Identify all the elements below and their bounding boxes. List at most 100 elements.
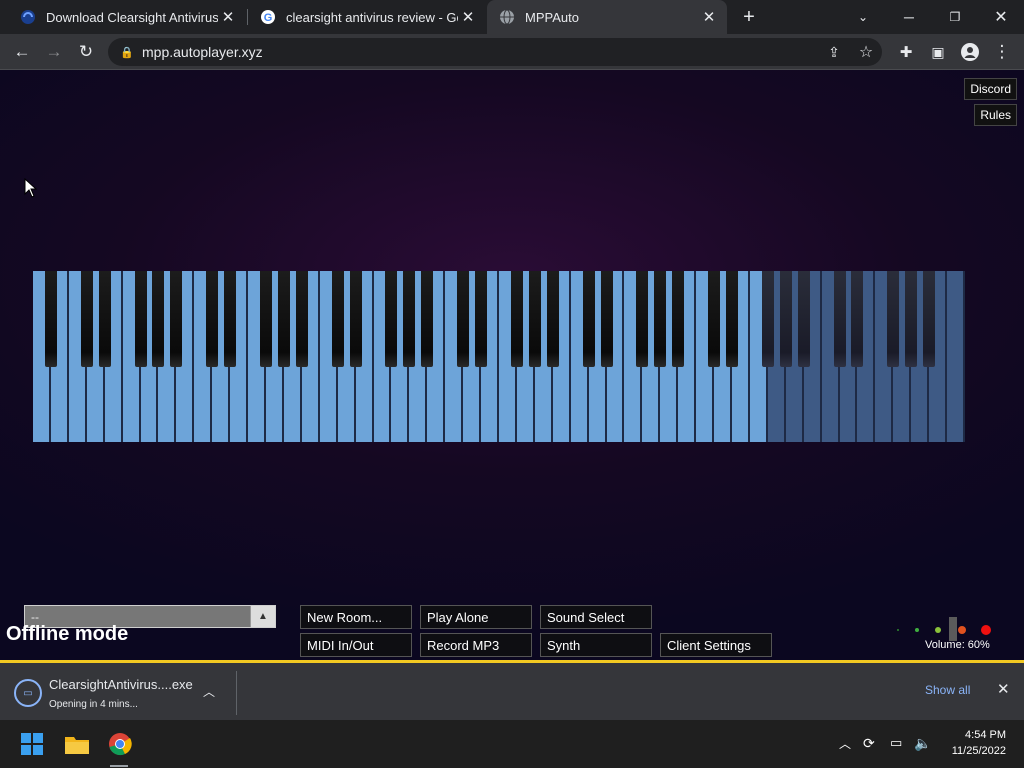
volume-control[interactable]: Volume: 60%: [890, 615, 1000, 655]
piano-black-key[interactable]: [295, 271, 308, 367]
piano-black-key[interactable]: [421, 271, 434, 367]
piano-black-key[interactable]: [905, 271, 918, 367]
piano-black-key[interactable]: [331, 271, 344, 367]
windows-taskbar: ︿ ⟳ ▭ 🔈 4:54 PM 11/25/2022: [0, 720, 1024, 768]
piano-black-key[interactable]: [510, 271, 523, 367]
close-tab-icon[interactable]: ✕: [699, 7, 719, 27]
piano-black-key[interactable]: [923, 271, 936, 367]
file-explorer-icon[interactable]: [61, 728, 93, 760]
piano-black-key[interactable]: [349, 271, 362, 367]
piano-black-key[interactable]: [44, 271, 57, 367]
browser-toolbar: ← → ↻ 🔒 mpp.autoplayer.xyz ⇪ ☆ ✚ ▣ ⋮: [0, 34, 1024, 70]
piano-black-key[interactable]: [672, 271, 685, 367]
chevron-up-tray-icon[interactable]: ︿: [839, 735, 851, 752]
address-bar[interactable]: 🔒 mpp.autoplayer.xyz: [108, 38, 882, 66]
midi-in-out-button[interactable]: MIDI In/Out: [300, 633, 412, 657]
active-app-indicator: [110, 765, 128, 767]
tab-title: MPPAuto: [525, 9, 579, 25]
piano-black-key[interactable]: [708, 271, 721, 367]
piano-black-key[interactable]: [475, 271, 488, 367]
speaker-icon[interactable]: 🔈: [914, 735, 931, 752]
new-tab-icon[interactable]: +: [726, 0, 772, 34]
tab-strip: Download Clearsight Antivirus 5... ✕ G c…: [0, 0, 1024, 34]
piano-black-key[interactable]: [726, 271, 738, 367]
tab-clearsight-download[interactable]: Download Clearsight Antivirus 5... ✕: [8, 0, 246, 34]
piano-black-key[interactable]: [851, 271, 864, 367]
rules-button[interactable]: Rules: [974, 104, 1017, 126]
share-icon[interactable]: ⇪: [820, 38, 848, 66]
discord-button[interactable]: Discord: [964, 78, 1017, 100]
svg-text:G: G: [264, 12, 273, 24]
close-tab-icon[interactable]: ✕: [458, 7, 478, 27]
tab-title: Download Clearsight Antivirus 5...: [46, 9, 218, 25]
show-all-link[interactable]: Show all: [925, 683, 970, 697]
piano-black-key[interactable]: [98, 271, 111, 367]
volume-knob[interactable]: [949, 617, 957, 641]
volume-dot: [981, 625, 991, 635]
network-icon[interactable]: ▭: [890, 735, 902, 751]
clock-date[interactable]: 11/25/2022: [940, 745, 1006, 757]
lock-icon: 🔒: [120, 46, 134, 59]
reload-icon[interactable]: ↻: [72, 38, 100, 66]
piano-black-key[interactable]: [80, 271, 93, 367]
chevron-down-icon[interactable]: ⌄: [840, 0, 886, 34]
side-panel-icon[interactable]: ▣: [924, 38, 952, 66]
synth-button[interactable]: Synth: [540, 633, 652, 657]
piano-black-key[interactable]: [779, 271, 792, 367]
piano-black-key[interactable]: [546, 271, 559, 367]
clearsight-favicon-icon: [20, 9, 36, 25]
piano-black-key[interactable]: [277, 271, 290, 367]
chrome-icon[interactable]: [104, 728, 136, 760]
tab-google-review[interactable]: G clearsight antivirus review - Goog ✕: [248, 0, 486, 34]
tab-mppauto[interactable]: MPPAuto ✕: [487, 0, 727, 34]
piano-black-key[interactable]: [654, 271, 667, 367]
volume-dot: [897, 629, 899, 631]
room-select-value: --: [31, 609, 39, 624]
new-room-button[interactable]: New Room...: [300, 605, 412, 629]
back-arrow-icon[interactable]: ←: [8, 38, 36, 66]
piano-black-key[interactable]: [797, 271, 810, 367]
extensions-puzzle-icon[interactable]: ✚: [892, 38, 920, 66]
minimize-icon[interactable]: ─: [886, 0, 932, 34]
piano-black-key[interactable]: [457, 271, 470, 367]
piano-black-key[interactable]: [636, 271, 649, 367]
piano-black-key[interactable]: [170, 271, 183, 367]
close-download-bar-icon[interactable]: ✕: [997, 680, 1010, 698]
sync-alert-icon[interactable]: ⟳: [863, 735, 875, 752]
piano-black-key[interactable]: [600, 271, 613, 367]
bookmark-star-icon[interactable]: ☆: [852, 38, 880, 66]
download-filename[interactable]: ClearsightAntivirus....exe: [49, 677, 193, 692]
piano-black-key[interactable]: [403, 271, 416, 367]
url-text: mpp.autoplayer.xyz: [142, 44, 263, 60]
triangle-up-icon[interactable]: ▲: [250, 606, 275, 627]
forward-arrow-icon[interactable]: →: [40, 38, 68, 66]
piano-keyboard[interactable]: [33, 271, 965, 442]
client-settings-button[interactable]: Client Settings: [660, 633, 772, 657]
piano-black-key[interactable]: [385, 271, 398, 367]
piano-black-key[interactable]: [582, 271, 595, 367]
piano-black-key[interactable]: [260, 271, 272, 367]
piano-black-key[interactable]: [887, 271, 900, 367]
download-status: Opening in 4 mins...: [49, 699, 138, 710]
record-mp3-button[interactable]: Record MP3: [420, 633, 532, 657]
piano-black-key[interactable]: [833, 271, 846, 367]
restore-icon[interactable]: ❐: [932, 0, 978, 34]
piano-black-key[interactable]: [134, 271, 147, 367]
piano-black-key[interactable]: [206, 271, 219, 367]
piano-black-key[interactable]: [761, 271, 774, 367]
google-favicon-icon: G: [260, 9, 276, 25]
sound-select-button[interactable]: Sound Select: [540, 605, 652, 629]
play-alone-button[interactable]: Play Alone: [420, 605, 532, 629]
close-tab-icon[interactable]: ✕: [218, 7, 238, 27]
clock-time[interactable]: 4:54 PM: [950, 729, 1006, 741]
windows-start-icon[interactable]: [16, 728, 48, 760]
profile-icon[interactable]: [956, 38, 984, 66]
kebab-menu-icon[interactable]: ⋮: [988, 38, 1016, 66]
piano-black-key[interactable]: [528, 271, 541, 367]
download-separator: [236, 671, 237, 715]
close-window-icon[interactable]: ✕: [978, 0, 1024, 34]
piano-black-key[interactable]: [152, 271, 165, 367]
piano-white-key[interactable]: [947, 271, 965, 442]
piano-black-key[interactable]: [224, 271, 237, 367]
chevron-up-icon[interactable]: ︿: [203, 683, 215, 700]
